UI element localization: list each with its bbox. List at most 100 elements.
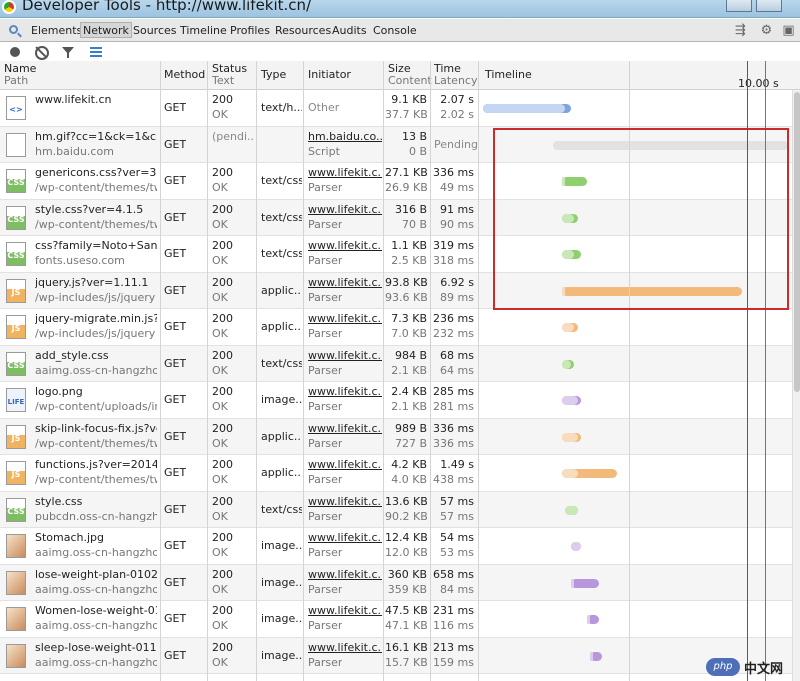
request-initiator[interactable]: www.lifekit.c... xyxy=(308,604,382,617)
request-initiator[interactable]: www.lifekit.c... xyxy=(308,385,382,398)
request-latency: 57 ms xyxy=(440,509,474,523)
undock-icon[interactable]: ▣ xyxy=(781,23,796,38)
request-content-size: 90.2 KB xyxy=(385,509,427,523)
table-row[interactable]: LIFE logo.png/wp-content/uploads/ima GET 20… xyxy=(0,382,800,419)
request-method: GET xyxy=(164,101,187,114)
col-size-header[interactable]: Size Content xyxy=(388,63,432,87)
filter-icon[interactable] xyxy=(61,45,75,59)
table-row[interactable]: JS jquery-migrate.min.js?v... /wp-includes… xyxy=(0,309,800,346)
record-icon[interactable] xyxy=(8,45,22,59)
large-rows-icon[interactable] xyxy=(89,45,103,59)
col-name-header[interactable]: Name Path xyxy=(4,63,36,87)
request-name[interactable]: css?family=Noto+Sans... xyxy=(35,239,157,252)
request-content-size: 2.1 KB xyxy=(391,400,427,413)
request-name[interactable]: skip-link-focus-fix.js?ve... xyxy=(35,422,157,435)
doc-icon: <> xyxy=(6,96,26,120)
maximize-button[interactable] xyxy=(756,0,782,12)
table-row[interactable]: Women-lose-weight-01... aaimg.oss-cn-hang… xyxy=(0,601,800,638)
timeline-bar[interactable] xyxy=(565,505,578,515)
request-name[interactable]: style.css?ver=4.1.5 xyxy=(35,203,157,216)
request-initiator[interactable]: www.lifekit.c... xyxy=(308,166,382,179)
table-row[interactable]: CSS style.csspubcdn.oss-cn-hangzhou GET 200… xyxy=(0,491,800,528)
request-time: 91 ms xyxy=(440,202,474,216)
request-name[interactable]: add_style.css xyxy=(35,349,157,362)
request-name[interactable]: genericons.css?ver=3.2 xyxy=(35,166,157,179)
request-initiator[interactable]: www.lifekit.c... xyxy=(308,312,382,325)
request-name[interactable]: functions.js?ver=201412... xyxy=(35,458,157,471)
request-initiator[interactable]: www.lifekit.c... xyxy=(308,203,382,216)
request-name[interactable]: logo.png xyxy=(35,385,157,398)
request-latency: 64 ms xyxy=(440,363,474,377)
table-row[interactable]: CSS add_style.cssaaimg.oss-cn-hangzhou.a G… xyxy=(0,345,800,382)
request-method: GET xyxy=(164,575,187,589)
request-name[interactable]: jquery.js?ver=1.11.1 xyxy=(35,276,157,289)
col-status-header[interactable]: Status Text xyxy=(212,63,247,87)
request-path: aaimg.oss-cn-hangzhou.a xyxy=(35,363,157,377)
search-icon[interactable] xyxy=(9,25,18,34)
col-method-header[interactable]: Method xyxy=(164,69,205,81)
table-row[interactable]: lose-weight-plan-0102.j...aaimg.oss-cn-h… xyxy=(0,564,800,601)
request-initiator[interactable]: www.lifekit.c... xyxy=(308,568,382,581)
request-name[interactable]: www.lifekit.cn xyxy=(35,93,157,106)
request-initiator[interactable]: www.lifekit.c... xyxy=(308,458,382,471)
timeline-latency-segment xyxy=(562,323,575,332)
dock-icon[interactable]: ⇶ xyxy=(733,23,748,38)
tab-profiles[interactable]: Profiles xyxy=(228,23,272,39)
table-row[interactable]: JS skip-link-focus-fix.js?ve.../wp-conten… xyxy=(0,418,800,455)
request-latency: 2.02 s xyxy=(440,108,474,121)
timeline-bar[interactable] xyxy=(562,359,575,369)
table-row[interactable]: JS functions.js?ver=201412... /wp-content/… xyxy=(0,455,800,492)
request-initiator-type: Parser xyxy=(308,217,343,231)
request-name[interactable]: lose-weight-plan-0102.j... xyxy=(35,568,157,581)
col-type-header[interactable]: Type xyxy=(261,69,286,81)
tab-resources[interactable]: Resources xyxy=(273,23,333,39)
request-initiator[interactable]: hm.baidu.co... xyxy=(308,130,382,143)
request-initiator[interactable]: www.lifekit.c... xyxy=(308,531,382,544)
tab-network[interactable]: Network xyxy=(80,22,132,38)
timeline-bar[interactable] xyxy=(571,578,599,588)
request-name[interactable]: style.css xyxy=(35,495,157,508)
minimize-button[interactable] xyxy=(726,0,752,12)
request-content-size: 26.9 KB xyxy=(385,181,427,194)
tab-timeline[interactable]: Timeline xyxy=(178,23,229,39)
request-status-text: OK xyxy=(212,436,228,450)
timeline-bar[interactable] xyxy=(571,542,582,551)
js-file-icon: JS xyxy=(6,424,26,449)
request-status-text: OK xyxy=(212,254,228,267)
col-time-header[interactable]: Time Latency xyxy=(434,63,477,87)
blank-file-icon xyxy=(6,132,26,157)
table-row[interactable]: <> www.lifekit.cn GET 200 OK text/h... Other 9.… xyxy=(0,90,800,127)
timeline-bar[interactable] xyxy=(562,432,581,442)
tab-audits[interactable]: Audits xyxy=(330,23,369,39)
request-name[interactable]: hm.gif?cc=1&ck=1&cl... xyxy=(35,130,157,143)
timeline-bar[interactable] xyxy=(483,104,572,113)
tab-sources[interactable]: Sources xyxy=(131,23,179,39)
scrollbar-thumb[interactable] xyxy=(794,92,800,392)
request-time: 285 ms xyxy=(433,385,474,398)
request-name[interactable]: jquery-migrate.min.js?v... xyxy=(35,312,157,325)
request-initiator[interactable]: www.lifekit.c... xyxy=(308,641,382,654)
request-initiator[interactable]: www.lifekit.c... xyxy=(308,239,382,252)
request-initiator[interactable]: www.lifekit.c... xyxy=(308,422,382,435)
timeline-bar[interactable] xyxy=(562,323,578,332)
col-timeline-header[interactable]: Timeline xyxy=(485,69,532,81)
request-initiator[interactable]: www.lifekit.c... xyxy=(308,276,382,289)
clear-icon[interactable] xyxy=(34,45,49,60)
gear-icon[interactable]: ⚙ xyxy=(759,23,774,38)
request-name[interactable]: Stomach.jpg xyxy=(35,531,157,544)
timeline-bar[interactable] xyxy=(562,469,618,478)
request-initiator[interactable]: www.lifekit.c... xyxy=(308,495,382,508)
table-row[interactable]: Stomach.jpg aaimg.oss-cn-hangzhou.a GET 200… xyxy=(0,528,800,565)
table-row[interactable]: sleep-lose-weight-0112...aaimg.oss-cn-ha… xyxy=(0,637,800,674)
timeline-bar[interactable] xyxy=(589,651,602,661)
tab-console[interactable]: Console xyxy=(371,23,419,39)
tab-elements[interactable]: Elements xyxy=(29,23,84,39)
request-initiator-type: Script xyxy=(308,144,340,158)
request-name[interactable]: Women-lose-weight-01... xyxy=(35,604,157,617)
timeline-bar[interactable] xyxy=(562,396,581,405)
request-name[interactable]: sleep-lose-weight-0112... xyxy=(35,641,157,654)
timeline-bar[interactable] xyxy=(586,615,599,624)
grid-scrollbar[interactable] xyxy=(792,90,800,681)
request-initiator[interactable]: www.lifekit.c... xyxy=(308,349,382,362)
col-initiator-header[interactable]: Initiator xyxy=(308,69,351,81)
